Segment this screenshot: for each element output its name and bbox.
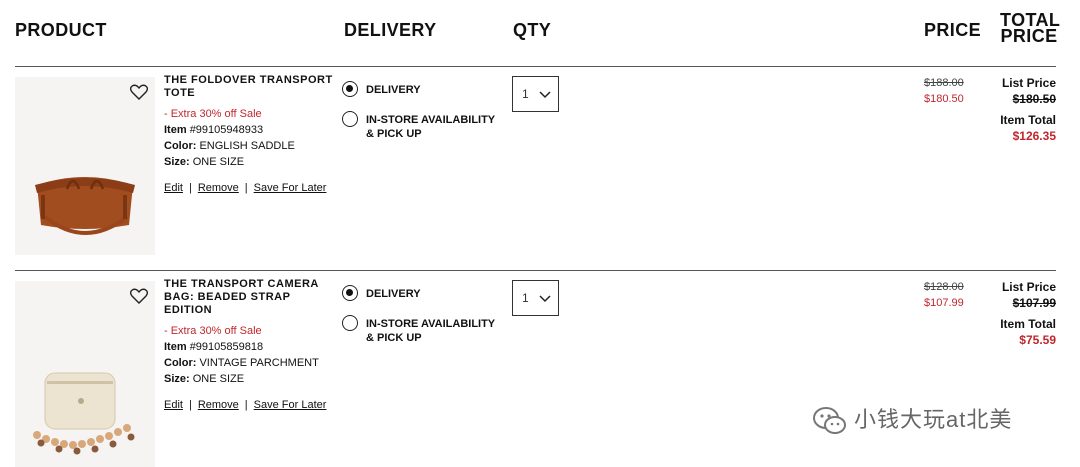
tote-bag-illustration xyxy=(15,77,155,255)
item-size: Size: ONE SIZE xyxy=(164,371,334,387)
radio-delivery-selected[interactable] xyxy=(342,285,358,301)
delivery-options: DELIVERY IN-STORE AVAILABILITY & PICK UP xyxy=(342,81,502,151)
color-value: ENGLISH SADDLE xyxy=(199,140,295,152)
item-total-value: $75.59 xyxy=(1019,333,1056,347)
product-name[interactable]: THE FOLDOVER TRANSPORT TOTE xyxy=(164,74,334,100)
header-delivery: DELIVERY xyxy=(344,20,437,40)
quantity-select[interactable]: 1 xyxy=(512,280,559,316)
header-total-line2: PRICE xyxy=(1000,26,1058,46)
list-price-value: $180.50 xyxy=(1012,92,1056,106)
save-for-later-link[interactable]: Save For Later xyxy=(254,182,327,194)
quantity-value: 1 xyxy=(522,291,529,305)
item-number: Item #99105859818 xyxy=(164,339,334,355)
edit-link[interactable]: Edit xyxy=(164,399,183,411)
item-total-label: Item Total xyxy=(1000,113,1056,127)
separator: | xyxy=(244,399,248,411)
list-price-label: List Price xyxy=(1001,280,1056,294)
instore-option-label: IN-STORE AVAILABILITY & PICK UP xyxy=(366,318,495,344)
total-price: List Price $107.99 Item Total $75.59 xyxy=(1000,279,1056,348)
price-now: $180.50 xyxy=(924,93,964,105)
delivery-option[interactable]: DELIVERY xyxy=(342,81,502,97)
separator: | xyxy=(244,182,248,194)
item-actions: Edit | Remove | Save For Later xyxy=(164,397,334,413)
color-value: VINTAGE PARCHMENT xyxy=(199,357,319,369)
heart-icon[interactable] xyxy=(129,84,149,100)
instore-option-label: IN-STORE AVAILABILITY & PICK UP xyxy=(366,114,495,140)
item-total-label: Item Total xyxy=(1000,317,1056,331)
header-qty: QTY xyxy=(513,20,552,40)
list-price-label: List Price xyxy=(1001,76,1056,90)
product-info: THE TRANSPORT CAMERA BAG: BEADED STRAP E… xyxy=(164,278,334,413)
item-number-value: #99105859818 xyxy=(189,341,264,353)
item-color: Color: VINTAGE PARCHMENT xyxy=(164,355,334,371)
unit-price: $128.00 $107.99 xyxy=(924,279,964,311)
unit-price: $188.00 $180.50 xyxy=(924,75,964,107)
item-total-value: $126.35 xyxy=(1012,129,1056,143)
watermark: 小钱大玩at北美 xyxy=(812,402,1012,436)
delivery-option-label: DELIVERY xyxy=(366,84,421,96)
item-size: Size: ONE SIZE xyxy=(164,154,334,170)
size-label: Size: xyxy=(164,373,190,385)
chevron-down-icon xyxy=(539,88,551,102)
product-image[interactable] xyxy=(15,77,155,255)
radio-instore[interactable] xyxy=(342,315,358,331)
header-total-price: TOTAL PRICE xyxy=(1000,11,1060,46)
item-actions: Edit | Remove | Save For Later xyxy=(164,180,334,196)
watermark-text: 小钱大玩at北美 xyxy=(854,407,1013,432)
item-number-value: #99105948933 xyxy=(189,124,264,136)
wechat-icon xyxy=(813,407,846,435)
size-label: Size: xyxy=(164,156,190,168)
instore-option[interactable]: IN-STORE AVAILABILITY & PICK UP xyxy=(342,111,502,141)
cart-row: THE FOLDOVER TRANSPORT TOTE - Extra 30% … xyxy=(0,67,1080,257)
heart-icon[interactable] xyxy=(129,288,149,304)
quantity-value: 1 xyxy=(522,87,529,101)
product-name[interactable]: THE TRANSPORT CAMERA BAG: BEADED STRAP E… xyxy=(164,278,334,317)
color-label: Color: xyxy=(164,140,197,152)
save-for-later-link[interactable]: Save For Later xyxy=(254,399,327,411)
chevron-down-icon xyxy=(539,292,551,306)
list-price-value: $107.99 xyxy=(1012,296,1056,310)
price-was: $128.00 xyxy=(924,281,964,293)
remove-link[interactable]: Remove xyxy=(198,399,239,411)
separator: | xyxy=(188,399,192,411)
product-image[interactable] xyxy=(15,281,155,467)
total-price: List Price $180.50 Item Total $126.35 xyxy=(1000,75,1056,144)
item-label: Item xyxy=(164,124,187,136)
item-label: Item xyxy=(164,341,187,353)
header-product: PRODUCT xyxy=(15,20,107,40)
price-now: $107.99 xyxy=(924,297,964,309)
delivery-option[interactable]: DELIVERY xyxy=(342,285,502,301)
instore-option[interactable]: IN-STORE AVAILABILITY & PICK UP xyxy=(342,315,502,345)
delivery-options: DELIVERY IN-STORE AVAILABILITY & PICK UP xyxy=(342,285,502,355)
header-price: PRICE xyxy=(924,20,982,40)
color-label: Color: xyxy=(164,357,197,369)
promo-text: - Extra 30% off Sale xyxy=(164,108,262,120)
product-info: THE FOLDOVER TRANSPORT TOTE - Extra 30% … xyxy=(164,74,334,196)
delivery-option-label: DELIVERY xyxy=(366,288,421,300)
size-value: ONE SIZE xyxy=(192,156,245,168)
item-color: Color: ENGLISH SADDLE xyxy=(164,138,334,154)
separator: | xyxy=(188,182,192,194)
cart-header: PRODUCT DELIVERY QTY PRICE TOTAL PRICE xyxy=(0,0,1080,67)
price-was: $188.00 xyxy=(924,77,964,89)
quantity-select[interactable]: 1 xyxy=(512,76,559,112)
promo-text: - Extra 30% off Sale xyxy=(164,325,262,337)
remove-link[interactable]: Remove xyxy=(198,182,239,194)
edit-link[interactable]: Edit xyxy=(164,182,183,194)
camera-bag-illustration xyxy=(15,281,155,467)
radio-delivery-selected[interactable] xyxy=(342,81,358,97)
item-number: Item #99105948933 xyxy=(164,122,334,138)
size-value: ONE SIZE xyxy=(192,373,245,385)
radio-instore[interactable] xyxy=(342,111,358,127)
